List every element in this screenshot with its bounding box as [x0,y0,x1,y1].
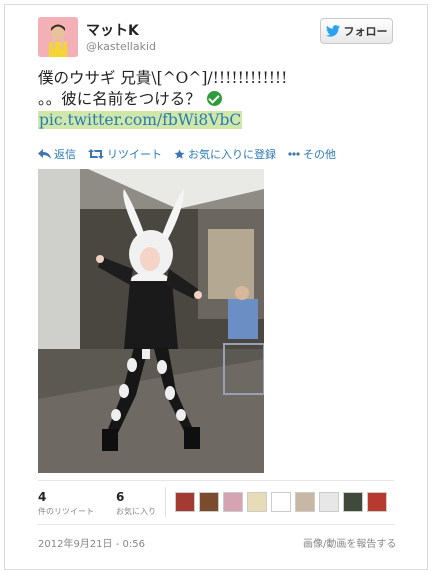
reply-action[interactable]: 返信 [38,146,76,162]
follow-label: フォロー [343,25,388,38]
reply-label: 返信 [54,148,76,161]
retweet-count: 4 [38,490,47,504]
favorite-label: お気に入りに登録 [188,148,276,161]
twitter-bird-icon [325,25,340,37]
more-dots-icon [288,152,300,156]
author-avatar[interactable] [38,17,78,57]
user-avatar[interactable] [295,492,315,512]
retweet-action[interactable]: リツイート [88,146,162,162]
follow-button[interactable]: フォロー [320,18,393,44]
user-avatar[interactable] [367,492,387,512]
favorite-action[interactable]: お気に入りに登録 [174,146,276,162]
tweet-timestamp[interactable]: 2012年9月21日 - 0:56 [38,535,145,550]
retweet-label: リツイート [107,148,162,161]
user-avatar-strip [175,492,387,512]
user-avatar[interactable] [247,492,267,512]
author-name[interactable]: マットK [86,20,139,40]
more-label: その他 [303,148,336,161]
divider [38,524,394,525]
tweet-actions: 返信 リツイート お気に入りに登録 その他 [38,146,336,162]
media-link[interactable]: pic.twitter.com/fbWi8VbC [38,111,243,129]
retweet-count-label: 件のリツイート [38,507,94,516]
report-media-link[interactable]: 画像/動画を報告する [303,535,396,550]
avatar-image [38,17,78,57]
reply-arrow-icon [38,149,51,159]
check-circle-icon [206,91,222,106]
photo-image [38,169,264,473]
tweet-text-line-2-text: 。。彼に名前をつける？ [38,90,201,108]
retweet-icon [88,149,104,159]
user-avatar[interactable] [223,492,243,512]
tweet-photo[interactable] [38,169,264,473]
user-avatar[interactable] [199,492,219,512]
star-icon [174,148,185,159]
user-avatar[interactable] [319,492,339,512]
divider [38,480,394,481]
user-avatar[interactable] [343,492,363,512]
stats-divider [165,487,166,517]
tweet-stats: 4 件のリツイート 6 お気に入り [38,490,194,517]
tweet-text: 僕のウサギ 兄貴\[^O^]/!!!!!!!!!!!! 。。彼に名前をつける？ … [38,68,408,131]
tweet-text-line-1: 僕のウサギ 兄貴\[^O^]/!!!!!!!!!!!! [38,69,288,87]
author-handle[interactable]: @kastellakid [86,40,156,53]
tweet-text-line-3: pic.twitter.com/fbWi8VbC [38,110,408,131]
retweet-stat[interactable]: 4 件のリツイート [38,490,116,517]
user-avatar[interactable] [271,492,291,512]
tweet-text-line-2: 。。彼に名前をつける？ [38,89,408,110]
more-action[interactable]: その他 [288,146,336,162]
user-avatar[interactable] [175,492,195,512]
